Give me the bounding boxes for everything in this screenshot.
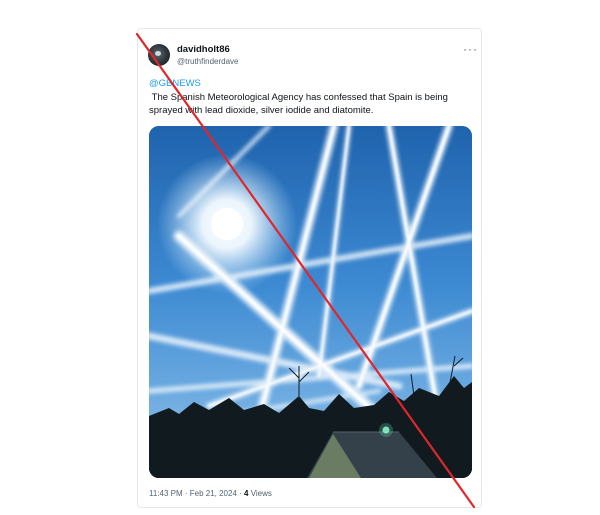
tweet-meta: 11:43 PM · Feb 21, 2024 · 4 Views xyxy=(149,489,272,498)
tweet-text: The Spanish Meteorological Agency has co… xyxy=(149,92,448,116)
sky-photo-image xyxy=(149,126,472,478)
views-label: Views xyxy=(248,489,272,498)
mention-link[interactable]: @GBNEWS xyxy=(149,78,201,89)
avatar[interactable] xyxy=(148,44,170,66)
more-options-icon[interactable]: ··· xyxy=(463,42,478,56)
timestamp[interactable]: 11:43 PM · Feb 21, 2024 · xyxy=(149,489,244,498)
author-handle[interactable]: @truthfinderdave xyxy=(177,57,239,66)
tweet-photo[interactable] xyxy=(149,126,472,478)
author-name[interactable]: davidholt86 xyxy=(177,44,230,55)
